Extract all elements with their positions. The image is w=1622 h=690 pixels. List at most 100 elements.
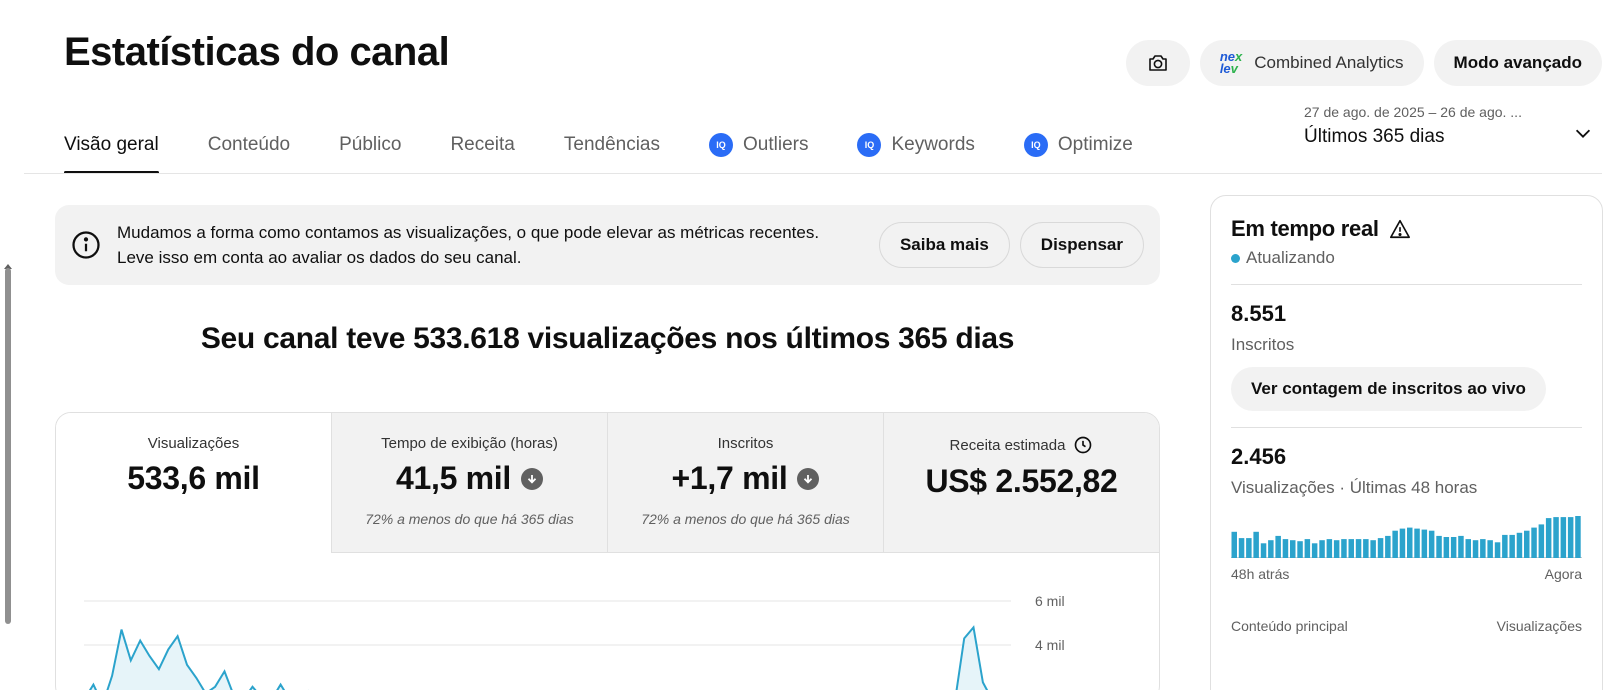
- realtime-bar[interactable]: [1348, 539, 1355, 558]
- realtime-bar[interactable]: [1392, 530, 1398, 558]
- tab-keywords[interactable]: IQ Keywords: [857, 128, 975, 174]
- screenshot-button[interactable]: [1125, 40, 1190, 86]
- realtime-bar[interactable]: [1450, 537, 1457, 558]
- tab-publico[interactable]: Público: [339, 128, 401, 174]
- realtime-bar[interactable]: [1238, 538, 1245, 558]
- top-content-label: Conteúdo principal: [1231, 618, 1348, 634]
- realtime-bar[interactable]: [1231, 531, 1238, 559]
- tab-conteudo[interactable]: Conteúdo: [208, 128, 290, 174]
- metric-note: 72% a menos do que há 365 dias: [641, 511, 850, 527]
- realtime-bar[interactable]: [1326, 539, 1333, 558]
- realtime-bar[interactable]: [1502, 534, 1508, 558]
- metric-tab[interactable]: Visualizações 533,6 mil: [56, 413, 332, 553]
- date-range-picker[interactable]: 27 de ago. de 2025 – 26 de ago. ... Últi…: [1304, 104, 1594, 148]
- realtime-bar[interactable]: [1407, 527, 1413, 558]
- realtime-bar[interactable]: [1436, 535, 1442, 558]
- tab-label: Conteúdo: [207, 134, 291, 155]
- metric-tab[interactable]: Receita estimada US$ 2.552,82: [884, 413, 1159, 553]
- realtime-bar[interactable]: [1253, 531, 1259, 559]
- realtime-bar[interactable]: [1516, 532, 1523, 558]
- realtime-bar[interactable]: [1553, 517, 1559, 558]
- metric-tab[interactable]: Tempo de exibição (horas) 41,5 mil 72% a m…: [332, 413, 608, 553]
- realtime-bar[interactable]: [1560, 517, 1567, 558]
- tab-outliers[interactable]: IQ Outliers: [709, 128, 808, 174]
- tab-label: Tendências: [563, 134, 660, 155]
- realtime-bar[interactable]: [1377, 538, 1384, 558]
- metric-value-text: +1,7 mil: [671, 460, 788, 496]
- realtime-bar[interactable]: [1480, 539, 1486, 558]
- tab-visao-geral[interactable]: Visão geral: [64, 128, 159, 174]
- realtime-bar[interactable]: [1472, 540, 1479, 558]
- realtime-views-value: 2.456: [1231, 444, 1287, 469]
- nexlev-logo-icon: nex lev: [1219, 49, 1243, 76]
- realtime-bar[interactable]: [1385, 535, 1391, 558]
- realtime-bar[interactable]: [1304, 539, 1311, 558]
- realtime-bar[interactable]: [1414, 528, 1420, 558]
- date-range-sub: 27 de ago. de 2025 – 26 de ago. ...: [1304, 104, 1522, 120]
- metrics-card: Visualizações 533,6 mil Tempo de exibição …: [55, 412, 1160, 690]
- realtime-bar[interactable]: [1575, 516, 1581, 558]
- combined-analytics-button[interactable]: nex lev Combined Analytics: [1199, 40, 1424, 86]
- realtime-bar[interactable]: [1487, 540, 1493, 558]
- tab-optimize[interactable]: IQ Optimize: [1023, 128, 1133, 174]
- metric-tab[interactable]: Inscritos +1,7 mil 72% a menos do que há 3…: [608, 413, 884, 553]
- live-subscriber-count-button[interactable]: Ver contagem de inscritos ao vivo: [1231, 367, 1546, 411]
- clock-icon: [1075, 436, 1092, 454]
- realtime-bar[interactable]: [1260, 543, 1267, 558]
- realtime-bar[interactable]: [1363, 539, 1369, 558]
- notice-line-1: Mudamos a forma como contamos as visuali…: [117, 223, 820, 242]
- scrollbar-thumb[interactable]: [5, 268, 11, 624]
- metric-note: 72% a menos do que há 365 dias: [365, 511, 574, 527]
- views-chart: 6 mil 4 mil: [56, 553, 1159, 690]
- realtime-panel: Em tempo real Atualizando 8.551 Inscrito…: [1210, 195, 1603, 690]
- views-chart-svg: 6 mil 4 mil: [84, 593, 1065, 690]
- metric-tabs: Visualizações 533,6 mil Tempo de exibição …: [56, 413, 1159, 553]
- top-content-header: Conteúdo principal Visualizações: [1231, 618, 1582, 634]
- realtime-bar[interactable]: [1282, 539, 1289, 558]
- dismiss-button[interactable]: Dispensar: [1019, 222, 1144, 268]
- realtime-bar[interactable]: [1458, 535, 1464, 558]
- realtime-bar[interactable]: [1333, 540, 1340, 558]
- realtime-subscribers-value: 8.551: [1231, 301, 1287, 326]
- tabs-divider: [24, 173, 1602, 174]
- realtime-bar[interactable]: [1538, 524, 1545, 558]
- realtime-bar[interactable]: [1297, 541, 1303, 558]
- realtime-bar[interactable]: [1246, 538, 1252, 558]
- realtime-bar[interactable]: [1465, 539, 1472, 558]
- realtime-bar[interactable]: [1275, 535, 1281, 558]
- chart-area-fill: [90, 627, 987, 690]
- info-icon: [72, 231, 100, 259]
- advanced-mode-button[interactable]: Modo avançado: [1433, 40, 1602, 86]
- warning-icon[interactable]: [1389, 218, 1411, 240]
- learn-more-button[interactable]: Saiba mais: [878, 222, 1010, 268]
- realtime-bar[interactable]: [1494, 542, 1501, 559]
- top-content-views-label: Visualizações: [1496, 618, 1582, 634]
- realtime-bar[interactable]: [1567, 517, 1574, 558]
- vidiq-badge-icon: IQ: [709, 133, 733, 157]
- realtime-bar[interactable]: [1421, 529, 1428, 558]
- tab-receita[interactable]: Receita: [450, 128, 514, 174]
- realtime-bar[interactable]: [1268, 540, 1274, 558]
- realtime-bar[interactable]: [1399, 528, 1406, 558]
- realtime-bar[interactable]: [1290, 540, 1296, 558]
- page-title: Estatísticas do canal: [64, 30, 450, 74]
- tab-label: Público: [339, 134, 402, 155]
- tab-bar: Visão geral Conteúdo Público Receita Tendênc…: [64, 128, 1133, 174]
- vidiq-badge-icon: IQ: [857, 133, 882, 157]
- metric-value-text: 41,5 mil: [395, 460, 511, 496]
- realtime-bar[interactable]: [1545, 518, 1552, 558]
- tab-tendencias[interactable]: Tendências: [564, 128, 660, 174]
- realtime-bar[interactable]: [1443, 537, 1450, 558]
- realtime-bar[interactable]: [1319, 540, 1325, 558]
- realtime-bar[interactable]: [1428, 530, 1435, 558]
- tab-label: Outliers: [743, 134, 809, 155]
- realtime-bar[interactable]: [1311, 543, 1318, 558]
- realtime-bar[interactable]: [1370, 540, 1376, 558]
- realtime-bar[interactable]: [1341, 539, 1347, 558]
- chevron-down-icon[interactable]: [1572, 122, 1594, 144]
- realtime-bar[interactable]: [1355, 539, 1362, 558]
- realtime-bar[interactable]: [1509, 534, 1515, 558]
- realtime-status-text: Atualizando: [1246, 248, 1335, 267]
- realtime-bar[interactable]: [1531, 527, 1537, 558]
- realtime-bar[interactable]: [1524, 530, 1530, 558]
